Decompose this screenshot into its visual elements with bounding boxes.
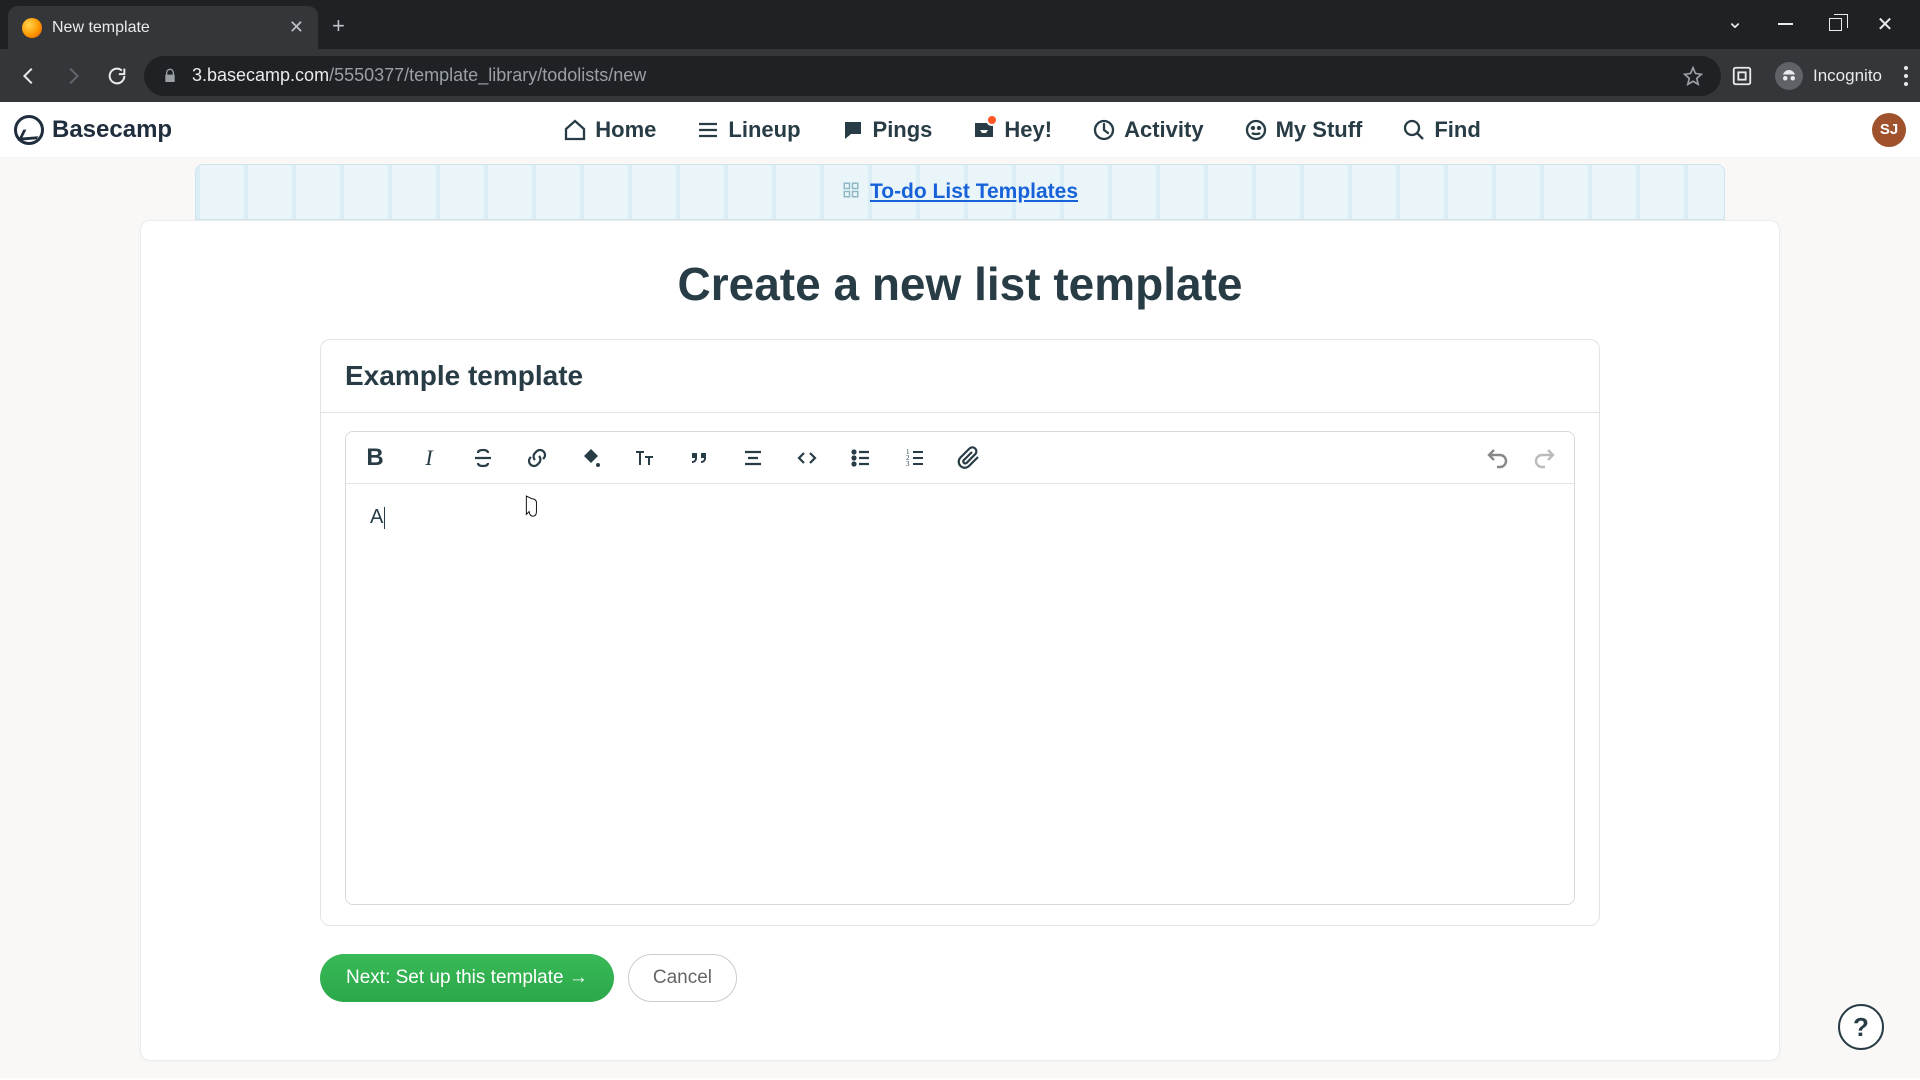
nav-lineup[interactable]: Lineup (696, 117, 800, 143)
forward-button[interactable] (56, 59, 90, 93)
editor-wrap: B I (321, 413, 1599, 925)
url-field[interactable]: 3.basecamp.com/5550377/template_library/… (144, 56, 1721, 96)
nav-activity[interactable]: Activity (1092, 117, 1203, 143)
link-button[interactable] (522, 443, 552, 473)
page-body: To-do List Templates Create a new list t… (0, 158, 1920, 1078)
bold-button[interactable]: B (360, 443, 390, 473)
align-center-button[interactable] (738, 443, 768, 473)
nav-find[interactable]: Find (1402, 117, 1480, 143)
heading-button[interactable] (630, 443, 660, 473)
browser-address-bar: 3.basecamp.com/5550377/template_library/… (0, 49, 1920, 102)
color-button[interactable] (576, 443, 606, 473)
italic-button[interactable]: I (414, 443, 444, 473)
maximize-window-icon[interactable] (1824, 13, 1846, 35)
quote-button[interactable] (684, 443, 714, 473)
avatar-initials: SJ (1880, 121, 1898, 138)
incognito-icon (1775, 62, 1803, 90)
url-text: 3.basecamp.com/5550377/template_library/… (192, 65, 646, 86)
browser-tab[interactable]: New template ✕ (8, 6, 318, 49)
home-icon (563, 118, 587, 142)
strikethrough-button[interactable] (468, 443, 498, 473)
main-card: Create a new list template B I (140, 220, 1780, 1061)
extensions-icon[interactable] (1731, 65, 1753, 87)
app-nav: Basecamp Home Lineup Pings Hey! Activity… (0, 102, 1920, 158)
basecamp-logo-mark-icon (14, 115, 44, 145)
editor-toolbar: B I (346, 432, 1574, 484)
tab-search-icon[interactable]: ⌄ (1724, 10, 1746, 32)
new-tab-button[interactable]: + (332, 13, 345, 39)
undo-redo-group (1482, 443, 1560, 473)
search-icon (1402, 118, 1426, 142)
help-icon: ? (1853, 1012, 1869, 1043)
redo-button[interactable] (1530, 443, 1560, 473)
browser-tab-strip: New template ✕ + ⌄ ✕ (0, 0, 1920, 49)
nav-find-label: Find (1434, 117, 1480, 143)
template-form: B I (320, 339, 1600, 926)
page-title: Create a new list template (678, 257, 1243, 311)
mystuff-icon (1244, 118, 1268, 142)
minimize-window-icon[interactable] (1774, 13, 1796, 35)
undo-button[interactable] (1482, 443, 1512, 473)
incognito-label: Incognito (1813, 66, 1882, 86)
basecamp-logo[interactable]: Basecamp (14, 115, 172, 145)
nav-pings-label: Pings (873, 117, 933, 143)
editor-box: B I (345, 431, 1575, 905)
nav-mystuff[interactable]: My Stuff (1244, 117, 1363, 143)
nav-activity-label: Activity (1124, 117, 1203, 143)
next-button[interactable]: Next: Set up this template → (320, 954, 614, 1002)
star-icon[interactable] (1683, 66, 1703, 86)
incognito-badge[interactable]: Incognito (1775, 62, 1882, 90)
grid-icon (842, 181, 860, 204)
svg-text:3: 3 (906, 460, 910, 468)
form-actions: Next: Set up this template → Cancel (320, 954, 1600, 1002)
nav-hey-label: Hey! (1004, 117, 1052, 143)
nav-home-label: Home (595, 117, 656, 143)
notification-dot-icon (986, 114, 998, 126)
attachment-button[interactable] (954, 443, 984, 473)
tab-title: New template (52, 19, 150, 37)
nav-mystuff-label: My Stuff (1276, 117, 1363, 143)
template-name-input[interactable] (321, 340, 1599, 413)
numbered-list-button[interactable]: 123 (900, 443, 930, 473)
back-button[interactable] (12, 59, 46, 93)
basecamp-favicon (22, 18, 42, 38)
nav-lineup-label: Lineup (728, 117, 800, 143)
breadcrumb-link[interactable]: To-do List Templates (870, 180, 1078, 204)
lineup-icon (696, 118, 720, 142)
window-controls: ⌄ ✕ (1724, 13, 1920, 49)
reload-button[interactable] (100, 59, 134, 93)
close-tab-icon[interactable]: ✕ (289, 17, 304, 38)
help-fab[interactable]: ? (1838, 1004, 1884, 1050)
nav-hey[interactable]: Hey! (972, 117, 1052, 143)
close-window-icon[interactable]: ✕ (1874, 13, 1896, 35)
activity-icon (1092, 118, 1116, 142)
cancel-button[interactable]: Cancel (628, 954, 737, 1002)
nav-home[interactable]: Home (563, 117, 656, 143)
pings-icon (841, 118, 865, 142)
code-button[interactable] (792, 443, 822, 473)
editor-text: A (370, 506, 383, 528)
breadcrumb-bar: To-do List Templates (195, 164, 1725, 220)
user-avatar[interactable]: SJ (1872, 113, 1906, 147)
lock-icon (162, 68, 178, 84)
logo-text: Basecamp (52, 116, 172, 144)
editor-content[interactable]: A (346, 484, 1574, 904)
browser-menu-icon[interactable] (1904, 66, 1908, 86)
text-caret (384, 507, 385, 529)
bullet-list-button[interactable] (846, 443, 876, 473)
nav-pings[interactable]: Pings (841, 117, 933, 143)
